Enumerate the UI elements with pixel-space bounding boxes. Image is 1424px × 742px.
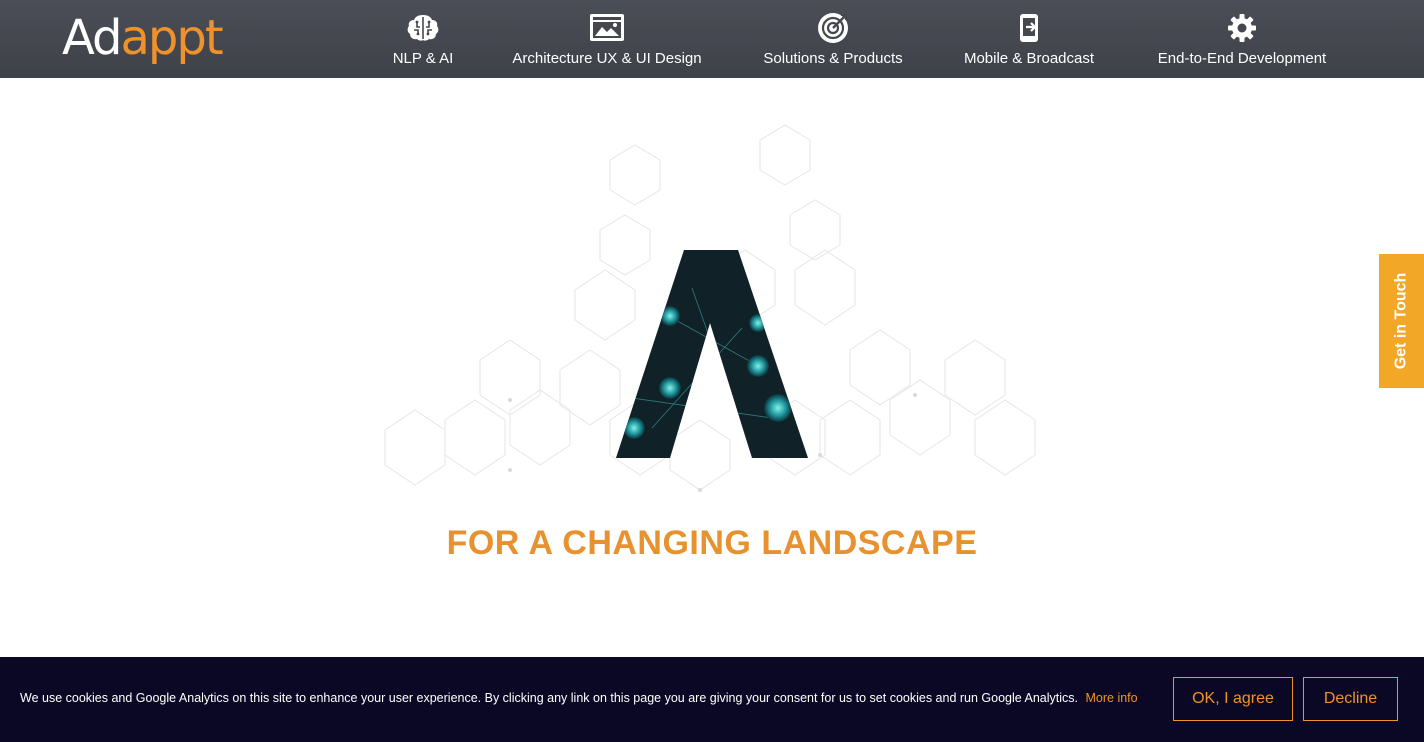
site-header: Adappt NLP & AI Architecture UX & UI Des… — [0, 0, 1424, 78]
logo-part-1: Ad — [62, 10, 122, 66]
logo-part-2: appt — [120, 10, 223, 66]
agree-button[interactable]: OK, I agree — [1173, 677, 1293, 721]
nav-label: Architecture UX & UI Design — [512, 50, 702, 67]
nav-item-nlp-ai[interactable]: NLP & AI — [378, 12, 468, 72]
cookie-message: We use cookies and Google Analytics on t… — [20, 691, 1138, 705]
nav-item-solutions-products[interactable]: Solutions & Products — [756, 12, 910, 72]
hero-tagline: FOR A CHANGING LANDSCAPE — [446, 524, 978, 562]
cookie-message-text: We use cookies and Google Analytics on t… — [20, 691, 1079, 705]
get-in-touch-label: Get in Touch — [1392, 272, 1410, 370]
logo[interactable]: Adappt — [62, 6, 224, 70]
nav-label: Solutions & Products — [763, 50, 903, 67]
target-icon — [815, 12, 851, 44]
nav-label: End-to-End Development — [1157, 50, 1327, 67]
mobile-exit-icon — [1011, 12, 1047, 44]
nav-label: Mobile & Broadcast — [963, 50, 1095, 67]
gear-icon — [1224, 12, 1260, 44]
more-info-link[interactable]: More info — [1086, 691, 1138, 705]
nav-label: NLP & AI — [392, 50, 454, 67]
cookie-consent-bar: We use cookies and Google Analytics on t… — [0, 657, 1424, 742]
get-in-touch-tab[interactable]: Get in Touch — [1379, 254, 1424, 388]
nav-item-mobile-broadcast[interactable]: Mobile & Broadcast — [956, 12, 1102, 72]
nav-item-end-to-end-development[interactable]: End-to-End Development — [1148, 12, 1336, 72]
monitor-design-icon — [589, 12, 625, 44]
brain-icon — [405, 12, 441, 44]
nav-item-architecture-ux-ui[interactable]: Architecture UX & UI Design — [504, 12, 710, 72]
logo-a-graphic — [616, 250, 808, 458]
decline-button[interactable]: Decline — [1303, 677, 1398, 721]
